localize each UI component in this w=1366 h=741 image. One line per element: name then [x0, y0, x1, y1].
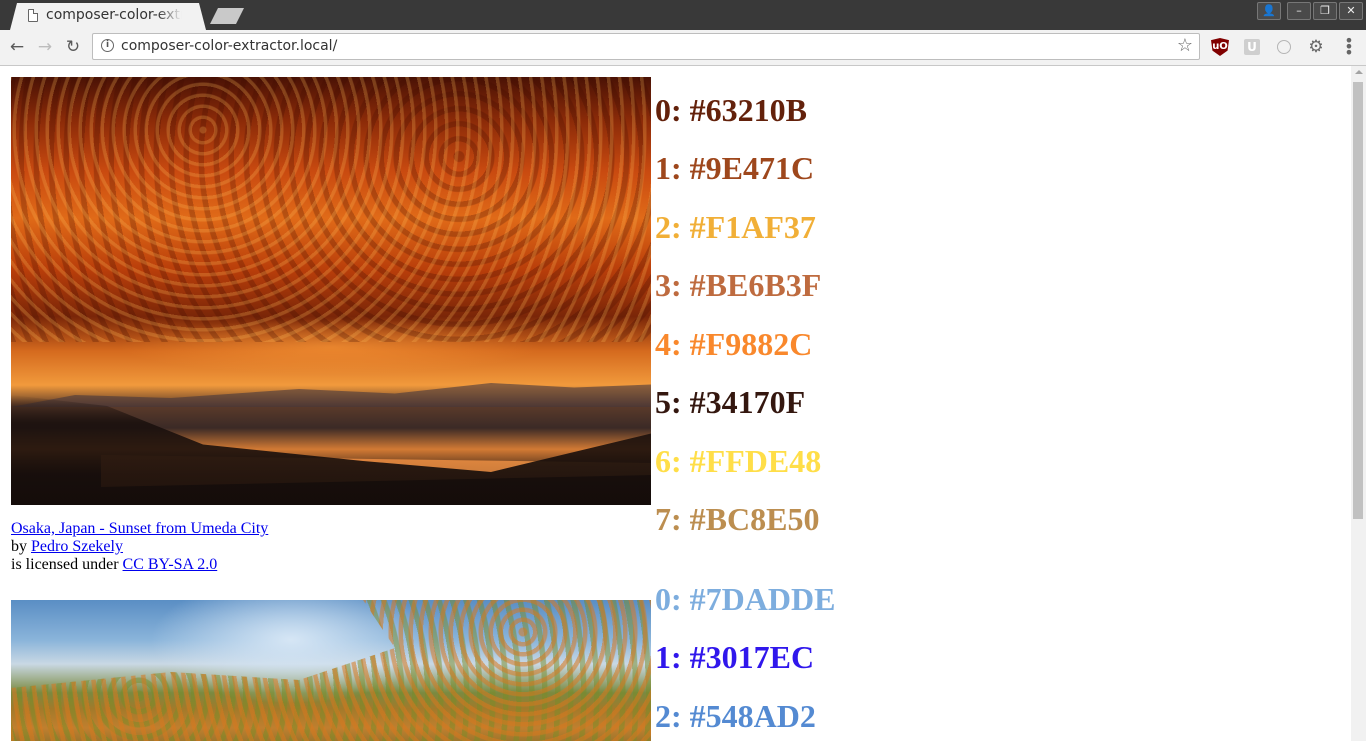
- reload-icon[interactable]: ↻: [62, 36, 84, 58]
- new-tab-button[interactable]: [210, 8, 244, 24]
- caption-license-text: is licensed under: [11, 556, 119, 573]
- ublock-icon[interactable]: uO: [1211, 38, 1229, 56]
- photo-clouds: [11, 77, 651, 343]
- color-swatch-5: 5: #34170F: [655, 384, 806, 420]
- minimize-button[interactable]: –: [1287, 2, 1311, 20]
- photo-title-link[interactable]: Osaka, Japan - Sunset from Umeda City: [11, 520, 268, 537]
- tab-strip: composer-color-extractor.local 👤 – ❐ ✕: [0, 0, 1366, 30]
- gear-icon[interactable]: ⚙: [1307, 38, 1325, 56]
- color-swatch-3: 3: #BE6B3F: [655, 267, 822, 303]
- bookmark-star-icon[interactable]: ☆: [1177, 35, 1193, 56]
- caption-by-text: by: [11, 538, 27, 555]
- forward-arrow-icon[interactable]: →: [34, 36, 56, 58]
- color-swatch-0: 0: #7DADDE: [655, 581, 836, 617]
- restore-button[interactable]: ❐: [1313, 2, 1337, 20]
- color-swatch-2: 2: #548AD2: [655, 698, 816, 734]
- tab-title: composer-color-extractor.local: [46, 7, 180, 23]
- forest-photo: [11, 600, 651, 741]
- extension-u-icon[interactable]: U: [1244, 39, 1260, 55]
- scroll-up-arrow-icon[interactable]: [1355, 70, 1363, 74]
- license-link[interactable]: CC BY-SA 2.0: [123, 556, 218, 573]
- back-arrow-icon[interactable]: ←: [6, 36, 28, 58]
- vertical-scrollbar[interactable]: [1351, 66, 1366, 741]
- address-bar[interactable]: i composer-color-extractor.local/ ☆: [92, 33, 1200, 60]
- color-swatch-2: 2: #F1AF37: [655, 209, 816, 245]
- color-swatch-0: 0: #63210B: [655, 92, 807, 128]
- tab-active[interactable]: composer-color-extractor.local: [10, 3, 206, 30]
- url-text[interactable]: composer-color-extractor.local/: [121, 38, 337, 54]
- color-swatch-6: 6: #FFDE48: [655, 443, 822, 479]
- menu-icon[interactable]: • • •: [1344, 33, 1354, 61]
- color-swatch-4: 4: #F9882C: [655, 326, 813, 362]
- extension-ring-icon[interactable]: [1277, 40, 1291, 54]
- scrollbar-thumb[interactable]: [1353, 82, 1363, 519]
- color-swatch-1: 1: #3017EC: [655, 639, 815, 675]
- document-icon: [28, 9, 38, 22]
- profile-icon[interactable]: 👤: [1257, 2, 1281, 20]
- color-swatch-7: 7: #BC8E50: [655, 501, 820, 537]
- browser-toolbar: ← → ↻ i composer-color-extractor.local/ …: [0, 30, 1366, 66]
- color-swatch-1: 1: #9E471C: [655, 150, 815, 186]
- photo-mountains: [11, 383, 651, 407]
- close-window-button[interactable]: ✕: [1339, 2, 1363, 20]
- info-icon[interactable]: i: [101, 39, 114, 52]
- sunset-photo: [11, 77, 651, 505]
- photo-city: [11, 395, 651, 505]
- photo-caption: Osaka, Japan - Sunset from Umeda City by…: [11, 520, 268, 574]
- photo-foliage: [11, 600, 651, 741]
- page-content: Osaka, Japan - Sunset from Umeda City by…: [0, 66, 1351, 741]
- author-link[interactable]: Pedro Szekely: [31, 538, 123, 555]
